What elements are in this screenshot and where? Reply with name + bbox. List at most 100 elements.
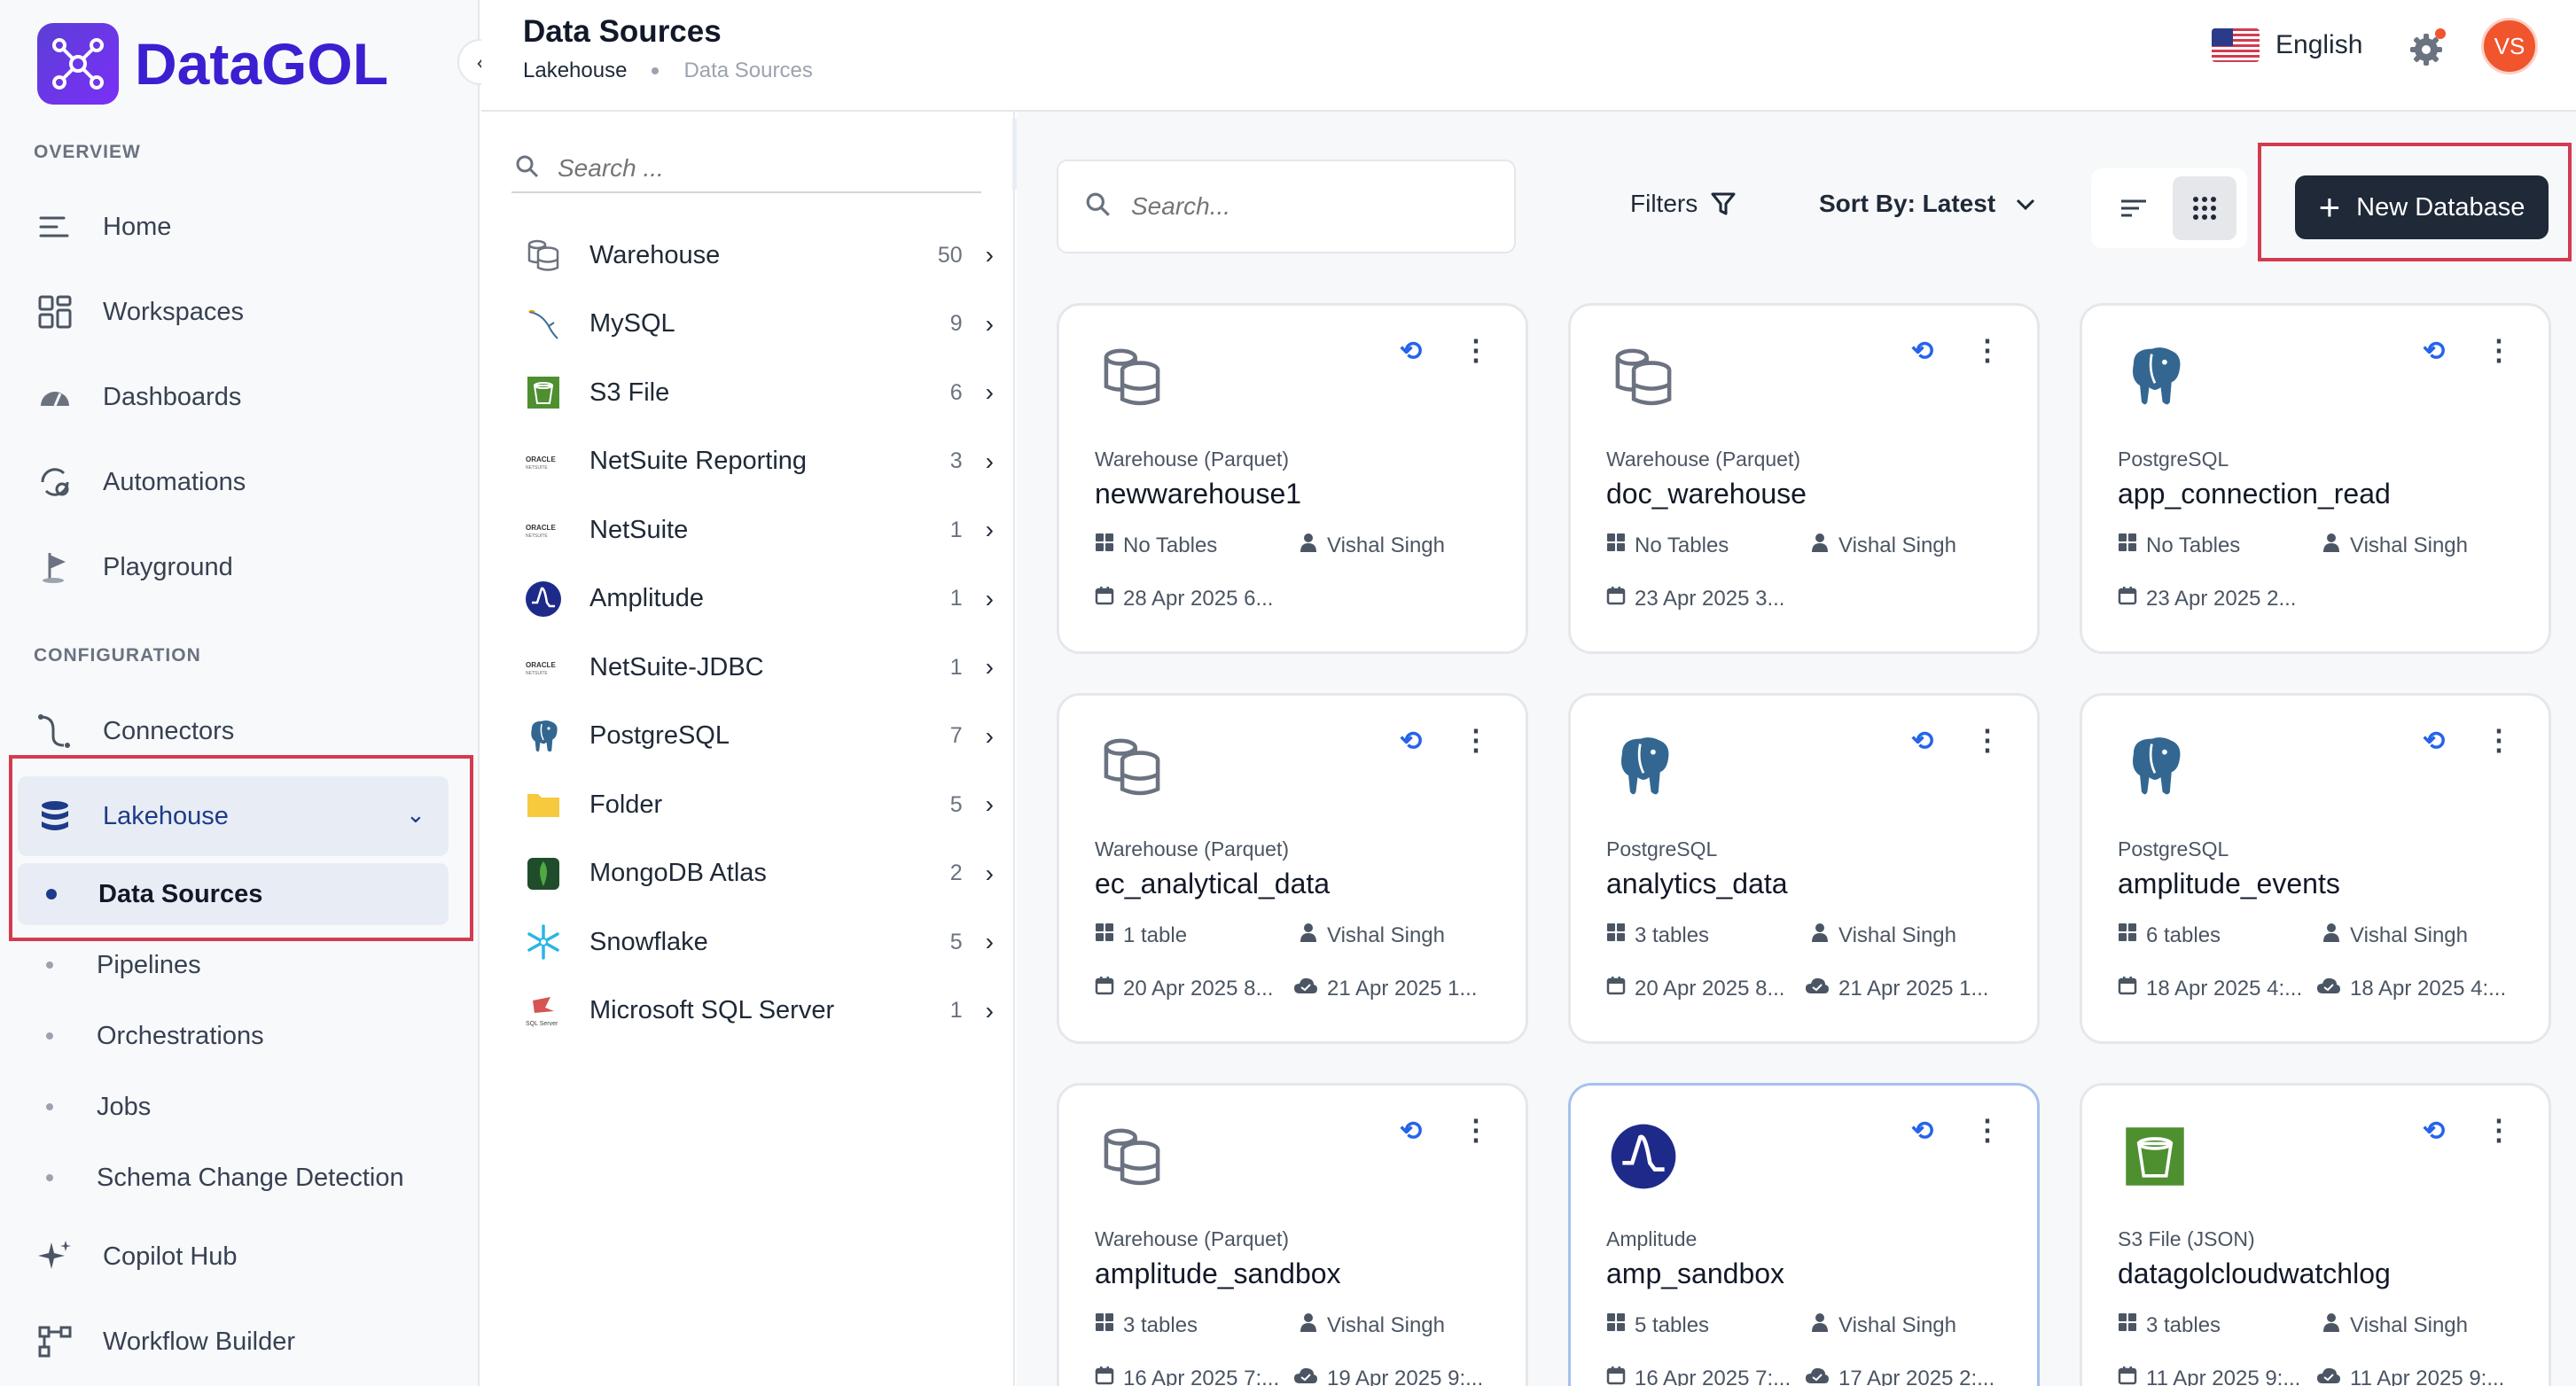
created-date-text: 23 Apr 2025 3... (1635, 586, 1785, 611)
sync-icon[interactable]: ⟲ (2423, 1116, 2445, 1147)
sidebar-item-label: Copilot Hub (103, 1242, 238, 1271)
language-selector[interactable]: English (2212, 28, 2362, 62)
type-list-item[interactable]: PostgreSQL 7 › (524, 710, 994, 763)
overview-section-label: OVERVIEW (34, 142, 141, 162)
type-list-item[interactable]: MongoDB Atlas 2 › (524, 847, 994, 900)
sidebar-item-dashboards[interactable]: Dashboards (34, 372, 241, 422)
postgresql-icon (2118, 339, 2192, 414)
table-icon (1606, 923, 1626, 948)
owner-name: Vishal Singh (1327, 533, 1445, 557)
sidebar-sub-item-jobs[interactable]: Jobs (46, 1085, 151, 1129)
database-card[interactable]: ⟲ ⋮ PostgreSQL analytics_data 3 tables V… (1568, 693, 2040, 1044)
dot-icon (46, 1032, 53, 1040)
sidebar-item-copilot-hub[interactable]: Copilot Hub (34, 1232, 238, 1281)
user-icon (2322, 1312, 2341, 1338)
type-list-item[interactable]: Warehouse 50 › (524, 229, 994, 282)
svg-text:NETSUITE: NETSUITE (526, 465, 548, 471)
more-options-icon[interactable]: ⋮ (1973, 726, 2002, 754)
sidebar-item-label: Home (103, 212, 172, 241)
more-options-icon[interactable]: ⋮ (2485, 1116, 2513, 1144)
grid-view-button[interactable] (2173, 176, 2236, 240)
type-list-item[interactable]: Folder 5 › (524, 778, 994, 831)
card-database-name[interactable]: app_connection_read (2118, 478, 2391, 510)
card-database-name[interactable]: amp_sandbox (1606, 1258, 1784, 1290)
type-search-input[interactable] (558, 154, 948, 183)
more-options-icon[interactable]: ⋮ (1462, 1116, 1490, 1144)
sync-icon[interactable]: ⟲ (1400, 1116, 1422, 1147)
database-card[interactable]: ⟲ ⋮ PostgreSQL amplitude_events 6 tables… (2080, 693, 2551, 1044)
type-list-item[interactable]: ORACLE NETSUITE NetSuite 1 › (524, 503, 994, 557)
card-created-date: 20 Apr 2025 8... (1606, 976, 1784, 1001)
type-search-field[interactable] (511, 145, 981, 193)
database-card[interactable]: ⟲ ⋮ Amplitude amp_sandbox 5 tables Visha… (1568, 1083, 2040, 1386)
database-card[interactable]: ⟲ ⋮ PostgreSQL app_connection_read No Ta… (2080, 303, 2551, 654)
database-search-field[interactable] (1057, 160, 1516, 253)
database-card[interactable]: ⟲ ⋮ Warehouse (Parquet) doc_warehouse No… (1568, 303, 2040, 654)
sync-icon[interactable]: ⟲ (2423, 336, 2445, 367)
search-icon (515, 154, 540, 183)
sidebar-item-home[interactable]: Home (34, 202, 171, 252)
filters-button[interactable]: Filters (1630, 190, 1737, 218)
list-view-button[interactable] (2102, 176, 2166, 240)
chevron-right-icon: › (985, 721, 994, 750)
sync-icon[interactable]: ⟲ (1400, 726, 1422, 757)
table-count-text: 3 tables (1123, 1312, 1198, 1337)
type-list-item[interactable]: Snowflake 5 › (524, 915, 994, 969)
type-label: MongoDB Atlas (589, 859, 767, 887)
more-options-icon[interactable]: ⋮ (1973, 1116, 2002, 1144)
card-database-name[interactable]: amplitude_events (2118, 868, 2340, 900)
type-count: 2 (949, 860, 963, 885)
breadcrumb-item-lakehouse[interactable]: Lakehouse (523, 58, 627, 83)
card-database-name[interactable]: analytics_data (1606, 868, 1788, 900)
database-card[interactable]: ⟲ ⋮ Warehouse (Parquet) amplitude_sandbo… (1057, 1083, 1528, 1386)
type-list-item[interactable]: Amplitude 1 › (524, 572, 994, 626)
more-options-icon[interactable]: ⋮ (2485, 726, 2513, 754)
type-list-item[interactable]: S3 File 6 › (524, 366, 994, 419)
card-table-count: 3 tables (2118, 1312, 2221, 1338)
type-label: Folder (589, 790, 663, 819)
sync-icon[interactable]: ⟲ (1911, 1116, 1933, 1147)
sidebar-item-workspaces[interactable]: Workspaces (34, 287, 244, 337)
sidebar-item-automations[interactable]: Automations (34, 457, 246, 507)
database-card[interactable]: ⟲ ⋮ Warehouse (Parquet) ec_analytical_da… (1057, 693, 1528, 1044)
card-database-name[interactable]: doc_warehouse (1606, 478, 1807, 510)
type-list-item[interactable]: MySQL 9 › (524, 298, 994, 351)
card-database-name[interactable]: ec_analytical_data (1095, 868, 1330, 900)
type-list-item[interactable]: ORACLE NETSUITE NetSuite Reporting 3 › (524, 435, 994, 488)
sidebar-sub-item-schema-change-detection[interactable]: Schema Change Detection (46, 1156, 404, 1200)
sidebar-item-playground[interactable]: Playground (34, 542, 233, 592)
sort-dropdown[interactable]: Sort By: Latest (1819, 190, 2038, 218)
type-count: 5 (949, 929, 963, 954)
table-icon (1095, 533, 1114, 558)
user-avatar[interactable]: VS (2481, 18, 2538, 74)
table-icon (1095, 923, 1114, 948)
type-list-item[interactable]: ORACLE NETSUITE NetSuite-JDBC 1 › (524, 641, 994, 694)
sync-icon[interactable]: ⟲ (1911, 336, 1933, 367)
created-date-text: 16 Apr 2025 7:... (1635, 1366, 1791, 1386)
sidebar-item-connectors[interactable]: Connectors (34, 706, 234, 756)
sidebar-sub-item-pipelines[interactable]: Pipelines (46, 943, 201, 987)
more-options-icon[interactable]: ⋮ (1462, 726, 1490, 754)
sidebar-item-workflow-builder[interactable]: Workflow Builder (34, 1317, 295, 1367)
more-options-icon[interactable]: ⋮ (2485, 336, 2513, 364)
sidebar-sub-item-orchestrations[interactable]: Orchestrations (46, 1014, 264, 1058)
database-card[interactable]: ⟲ ⋮ S3 File (JSON) datagolcloudwatchlog … (2080, 1083, 2551, 1386)
more-options-icon[interactable]: ⋮ (1973, 336, 2002, 364)
card-database-name[interactable]: amplitude_sandbox (1095, 1258, 1341, 1290)
card-database-name[interactable]: datagolcloudwatchlog (2118, 1258, 2391, 1290)
settings-button[interactable] (2407, 27, 2449, 69)
sync-icon[interactable]: ⟲ (1911, 726, 1933, 757)
type-label: Warehouse (589, 240, 721, 269)
mongodb-icon (524, 854, 563, 893)
created-date-text: 28 Apr 2025 6... (1123, 586, 1274, 611)
card-database-name[interactable]: newwarehouse1 (1095, 478, 1301, 510)
more-options-icon[interactable]: ⋮ (1462, 336, 1490, 364)
sidebar-highlight-box (9, 755, 473, 941)
table-count-text: 6 tables (2146, 923, 2221, 947)
sync-icon[interactable]: ⟲ (2423, 726, 2445, 757)
type-list-item[interactable]: SQL Server Microsoft SQL Server 1 › (524, 985, 994, 1038)
database-search-input[interactable] (1131, 192, 1503, 221)
app-logo[interactable]: DataGOL (37, 23, 388, 105)
database-card[interactable]: ⟲ ⋮ Warehouse (Parquet) newwarehouse1 No… (1057, 303, 1528, 654)
sync-icon[interactable]: ⟲ (1400, 336, 1422, 367)
